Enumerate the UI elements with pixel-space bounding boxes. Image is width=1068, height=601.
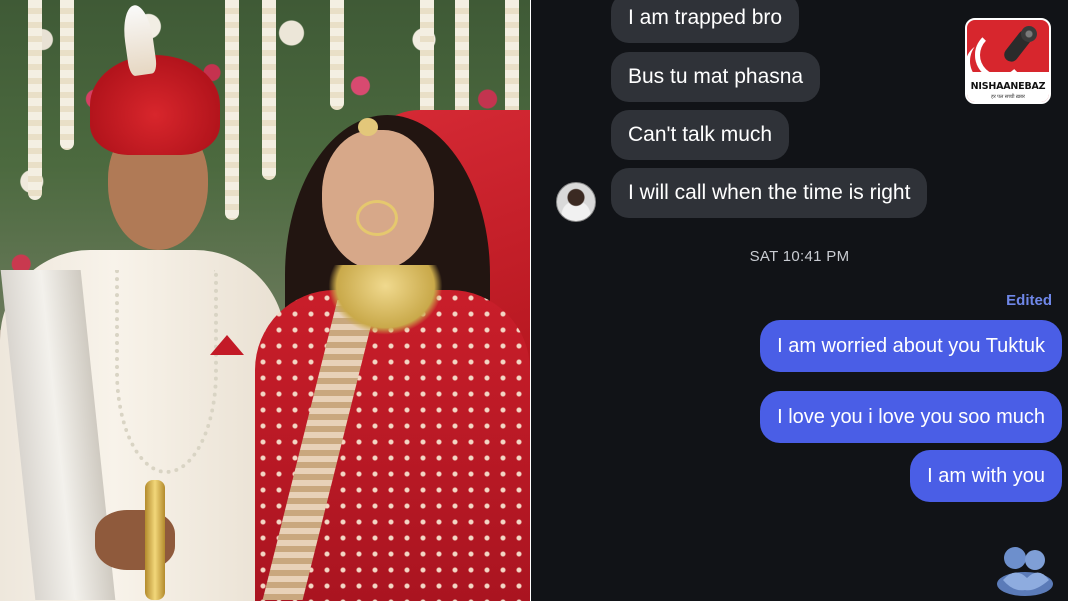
- hug-sticker-icon: [997, 547, 1053, 596]
- flower-garland: [262, 0, 276, 180]
- flower-garland: [60, 0, 74, 150]
- groom-necklace: [115, 270, 218, 474]
- incoming-message: I will call when the time is right: [611, 168, 928, 218]
- incoming-message: Can't talk much: [611, 110, 790, 160]
- flower-garland: [330, 0, 344, 110]
- outgoing-message: I am worried about you Tuktuk: [760, 320, 1062, 372]
- logo-name: NISHAANEBAZ: [970, 81, 1046, 92]
- logo-tagline: हर पल सच्ची ख़बर: [991, 94, 1025, 100]
- incoming-message: Bus tu mat phasna: [611, 52, 821, 102]
- profile-avatar[interactable]: [556, 182, 596, 222]
- bride-necklace: [328, 265, 443, 335]
- outgoing-message: I love you i love you soo much: [760, 391, 1062, 443]
- outgoing-message: I am with you: [910, 450, 1062, 502]
- edited-label: Edited: [1006, 292, 1052, 309]
- wedding-photo: [0, 0, 530, 601]
- maang-tikka: [358, 118, 378, 136]
- flower-garland: [455, 0, 469, 120]
- flower-garland: [225, 0, 239, 220]
- flower-garland: [28, 0, 42, 200]
- message-timestamp: SAT 10:41 PM: [749, 248, 850, 265]
- incoming-message: I am trapped bro: [611, 0, 800, 43]
- nishaanebaz-logo: NISHAANEBAZ हर पल सच्ची ख़बर: [965, 18, 1051, 104]
- nose-ring: [356, 200, 398, 236]
- sword-hilt: [145, 480, 165, 600]
